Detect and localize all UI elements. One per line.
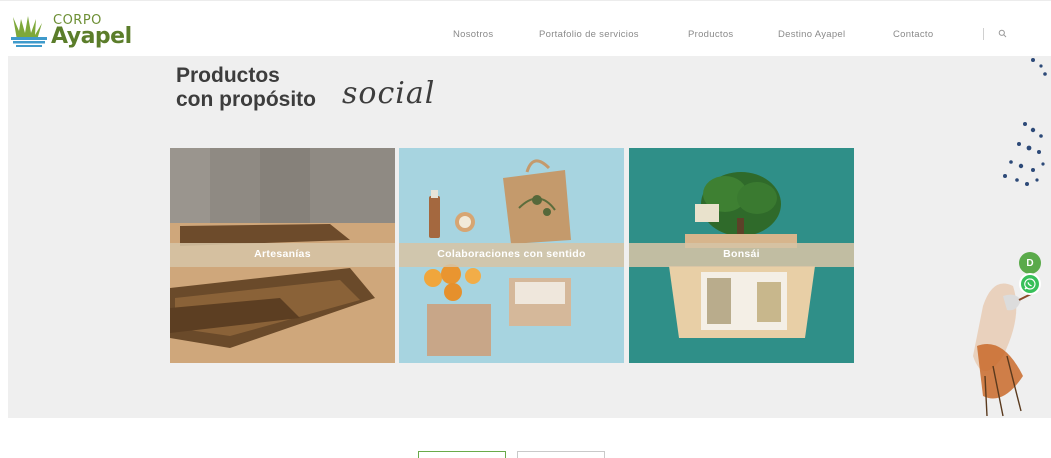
card-artesanias-label: Artesanías <box>254 248 311 260</box>
nav-contacto[interactable]: Contacto <box>893 29 933 40</box>
chat-badge-letter: D <box>1026 257 1034 269</box>
nav-portafolio[interactable]: Portafolio de servicios <box>539 29 639 40</box>
card-bonsai-label: Bonsái <box>723 248 760 260</box>
chat-badge-button[interactable]: D <box>1019 252 1041 274</box>
card-colaboraciones[interactable]: Colaboraciones con sentido <box>399 148 624 363</box>
site-header: CORPO Ayapel Nosotros Portafolio de serv… <box>0 0 1051 56</box>
decorative-illustration <box>973 58 1047 417</box>
pager-next-button[interactable] <box>517 451 605 458</box>
nav-destino-ayapel[interactable]: Destino Ayapel <box>778 29 845 40</box>
card-artesanias[interactable]: Artesanías <box>170 148 395 363</box>
section-title-line2: con propósito <box>176 88 316 111</box>
search-icon[interactable] <box>998 29 1007 38</box>
products-section: Productos con propósito social Artesanía… <box>8 56 1051 418</box>
card-bonsai[interactable]: Bonsái <box>629 148 854 363</box>
brand-logo[interactable]: CORPO Ayapel <box>9 11 139 49</box>
brand-ayapel: Ayapel <box>51 24 132 49</box>
card-colaboraciones-label: Colaboraciones con sentido <box>437 248 586 260</box>
page: CORPO Ayapel Nosotros Portafolio de serv… <box>0 0 1051 458</box>
whatsapp-button[interactable] <box>1019 273 1041 295</box>
nav-productos[interactable]: Productos <box>688 29 733 40</box>
hands-logo-icon <box>11 16 47 47</box>
section-title-line1: Productos <box>176 64 280 87</box>
nav-nosotros[interactable]: Nosotros <box>453 29 493 40</box>
pager-prev-button[interactable] <box>418 451 506 458</box>
section-title-script: social <box>342 76 436 111</box>
nav-divider <box>983 28 984 40</box>
whatsapp-icon <box>1024 278 1036 290</box>
